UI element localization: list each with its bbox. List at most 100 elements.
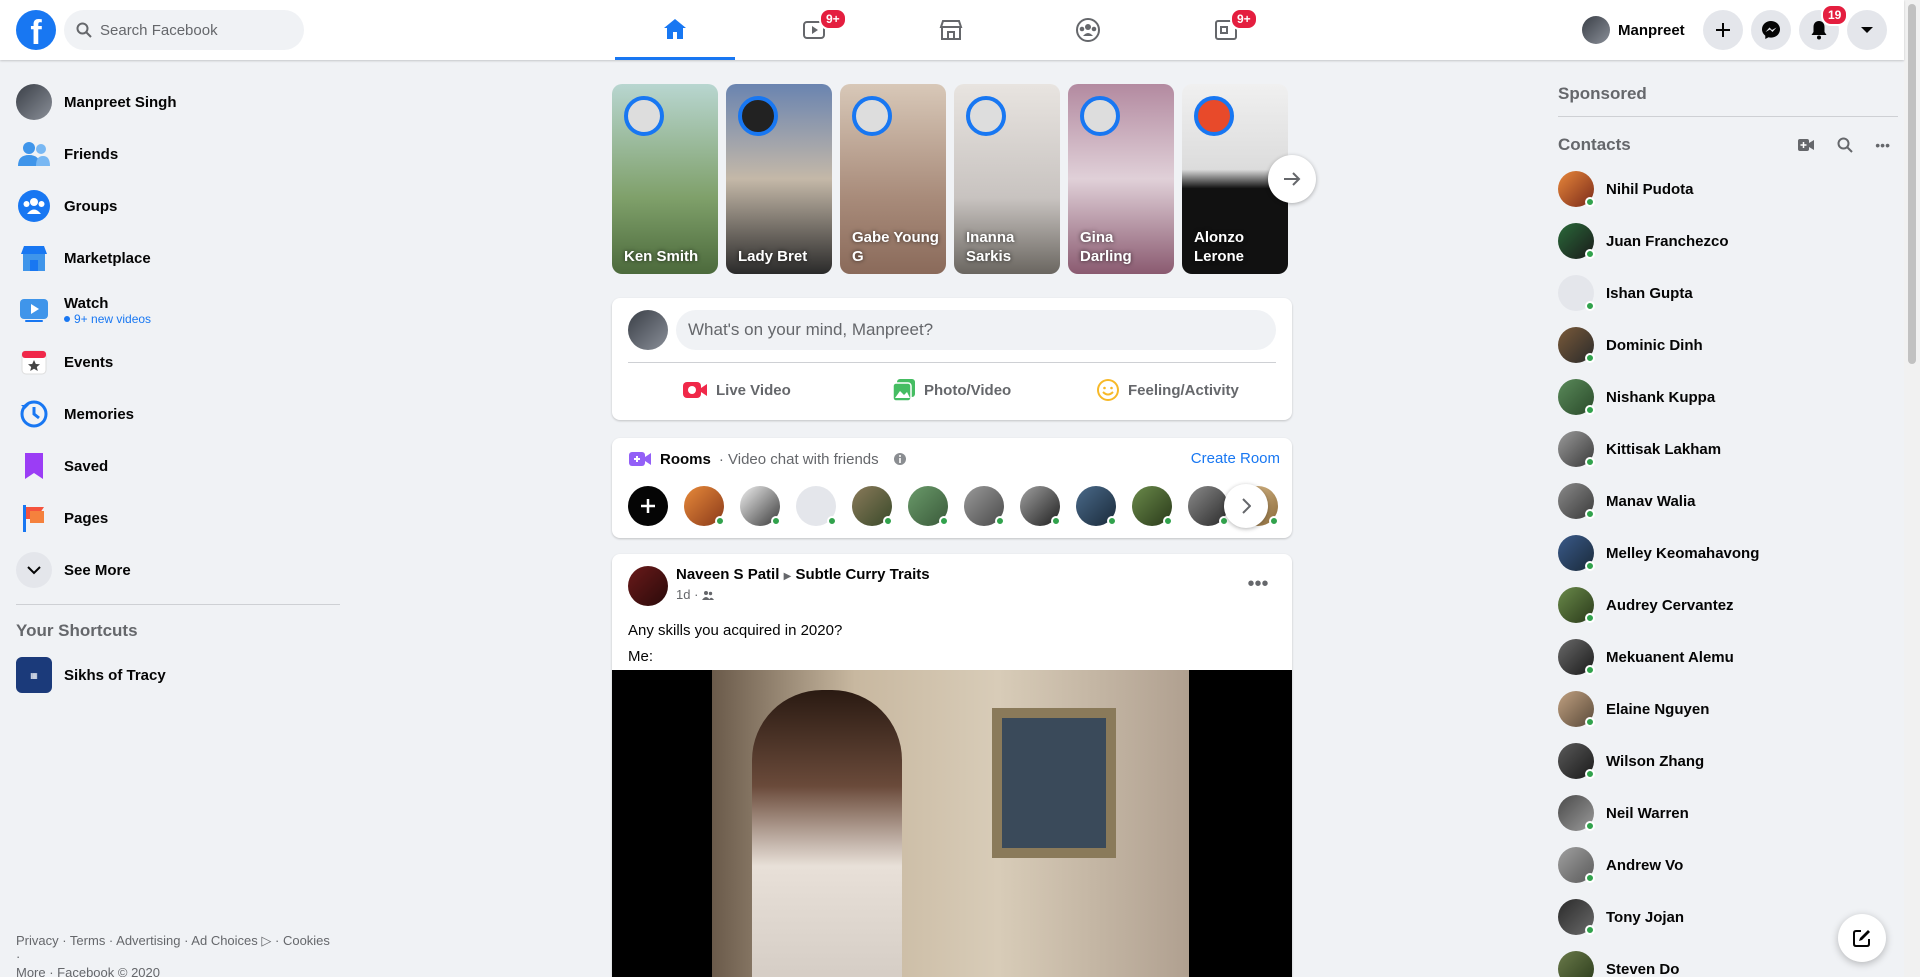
- person-figure: [752, 690, 902, 977]
- contact-item[interactable]: Neil Warren: [1558, 787, 1898, 839]
- sidebar-item-saved[interactable]: Saved: [8, 440, 348, 492]
- new-room-icon[interactable]: [1797, 138, 1815, 152]
- friend-avatar[interactable]: [684, 486, 725, 526]
- photo-video-label: Photo/Video: [924, 381, 1012, 399]
- avatar: [1080, 96, 1120, 136]
- sidebar-item-events[interactable]: Events: [8, 336, 348, 388]
- saved-icon: [16, 448, 52, 484]
- create-room-link[interactable]: Create Room: [1191, 450, 1280, 467]
- contact-item[interactable]: Andrew Vo: [1558, 839, 1898, 891]
- sidebar-item-profile[interactable]: Manpreet Singh: [8, 76, 348, 128]
- notifications-button[interactable]: 19: [1799, 4, 1849, 50]
- sidebar-item-label: Saved: [64, 457, 109, 475]
- tab-gaming[interactable]: 9+: [1166, 0, 1286, 60]
- friend-avatar[interactable]: [1132, 486, 1173, 526]
- sidebar-item-groups[interactable]: Groups: [8, 180, 348, 232]
- footer-links[interactable]: Privacy · Terms · Advertising · Ad Choic…: [16, 933, 336, 977]
- account-menu-button[interactable]: [1847, 10, 1887, 50]
- story-card[interactable]: Gabe Young G: [840, 84, 946, 274]
- friend-avatar[interactable]: [852, 486, 893, 526]
- story-card[interactable]: Ken Smith: [612, 84, 718, 274]
- post-text-line-2: Me:: [628, 648, 654, 665]
- rooms-next-button[interactable]: [1224, 484, 1268, 528]
- friend-avatar[interactable]: [964, 486, 1005, 526]
- messenger-button[interactable]: [1751, 10, 1791, 50]
- friend-avatar[interactable]: [1076, 486, 1117, 526]
- live-video-icon: [683, 382, 707, 398]
- watch-subtext-label: 9+ new videos: [74, 311, 152, 326]
- tab-groups[interactable]: [1028, 0, 1148, 60]
- sidebar-item-label: Groups: [64, 197, 118, 215]
- avatar[interactable]: [628, 566, 668, 606]
- contact-item[interactable]: Nihil Pudota: [1558, 163, 1898, 215]
- contact-item[interactable]: Kittisak Lakham: [1558, 423, 1898, 475]
- shortcut-item[interactable]: ▦ Sikhs of Tracy: [8, 649, 348, 701]
- contact-item[interactable]: Audrey Cervantez: [1558, 579, 1898, 631]
- online-indicator: [1585, 249, 1595, 259]
- search-box[interactable]: [64, 10, 304, 50]
- story-card[interactable]: Gina Darling: [1068, 84, 1174, 274]
- friend-avatar[interactable]: [1188, 486, 1229, 526]
- contact-name: Neil Warren: [1606, 804, 1689, 822]
- contact-item[interactable]: Manav Walia: [1558, 475, 1898, 527]
- search-icon[interactable]: [1837, 137, 1853, 153]
- more-horizontal-icon: •••: [1247, 572, 1269, 595]
- story-card[interactable]: Inanna Sarkis: [954, 84, 1060, 274]
- contact-item[interactable]: Melley Keomahavong: [1558, 527, 1898, 579]
- post-author[interactable]: Naveen S Patil: [676, 566, 779, 583]
- more-horizontal-icon[interactable]: •••: [1875, 137, 1890, 153]
- sidebar-item-label: Pages: [64, 509, 109, 527]
- post-time[interactable]: 1d ·: [676, 587, 698, 602]
- contact-item[interactable]: Dominic Dinh: [1558, 319, 1898, 371]
- contact-item[interactable]: Nishank Kuppa: [1558, 371, 1898, 423]
- story-card[interactable]: Lady Bret: [726, 84, 832, 274]
- friend-avatar[interactable]: [740, 486, 781, 526]
- see-more-button[interactable]: See More: [8, 544, 348, 596]
- sidebar-item-marketplace[interactable]: Marketplace: [8, 232, 348, 284]
- create-room-avatar-button[interactable]: [628, 486, 668, 526]
- composer-input[interactable]: What's on your mind, Manpreet?: [676, 310, 1276, 350]
- avatar: [624, 96, 664, 136]
- facebook-logo[interactable]: f: [16, 10, 56, 50]
- tab-home[interactable]: [615, 0, 735, 60]
- sponsored-heading: Sponsored: [1558, 76, 1898, 117]
- rooms-subtitle: · Video chat with friends: [718, 450, 879, 468]
- tab-marketplace[interactable]: [891, 0, 1011, 60]
- online-indicator: [1585, 873, 1595, 883]
- friend-avatar[interactable]: [796, 486, 837, 526]
- contact-item[interactable]: Ishan Gupta: [1558, 267, 1898, 319]
- sidebar-item-friends[interactable]: Friends: [8, 128, 348, 180]
- post-options-button[interactable]: •••: [1240, 566, 1276, 602]
- contact-item[interactable]: Wilson Zhang: [1558, 735, 1898, 787]
- marketplace-icon: [16, 240, 52, 276]
- sidebar-item-watch[interactable]: Watch 9+ new videos: [8, 284, 348, 336]
- scrollbar-thumb[interactable]: [1908, 4, 1916, 364]
- sidebar-item-pages[interactable]: Pages: [8, 492, 348, 544]
- sidebar-item-memories[interactable]: Memories: [8, 388, 348, 440]
- photo-video-button[interactable]: Photo/Video: [892, 370, 1011, 410]
- page-scrollbar[interactable]: [1904, 0, 1920, 977]
- friend-avatar[interactable]: [1020, 486, 1061, 526]
- contact-name: Nishank Kuppa: [1606, 388, 1716, 406]
- create-button[interactable]: [1703, 10, 1743, 50]
- stories-next-button[interactable]: [1268, 155, 1316, 203]
- contact-name: Steven Do: [1606, 960, 1680, 977]
- composer-divider: [628, 362, 1276, 363]
- search-input[interactable]: [100, 21, 290, 39]
- contact-item[interactable]: Elaine Nguyen: [1558, 683, 1898, 735]
- footer-line-2: More · Facebook © 2020: [16, 965, 160, 977]
- live-video-button[interactable]: Live Video: [682, 370, 791, 410]
- info-icon[interactable]: [893, 452, 907, 466]
- feeling-activity-button[interactable]: Feeling/Activity: [1096, 370, 1239, 410]
- new-message-button[interactable]: [1838, 914, 1886, 962]
- profile-chip[interactable]: Manpreet: [1582, 12, 1693, 48]
- contact-item[interactable]: Juan Franchezco: [1558, 215, 1898, 267]
- contact-item[interactable]: Mekuanent Alemu: [1558, 631, 1898, 683]
- tab-watch[interactable]: 9+: [755, 0, 875, 60]
- friend-avatar[interactable]: [908, 486, 949, 526]
- post-group[interactable]: Subtle Curry Traits: [795, 566, 929, 583]
- avatar: [738, 96, 778, 136]
- post-video[interactable]: [612, 670, 1292, 977]
- contact-name: Melley Keomahavong: [1606, 544, 1760, 562]
- compose-icon: [1853, 930, 1870, 947]
